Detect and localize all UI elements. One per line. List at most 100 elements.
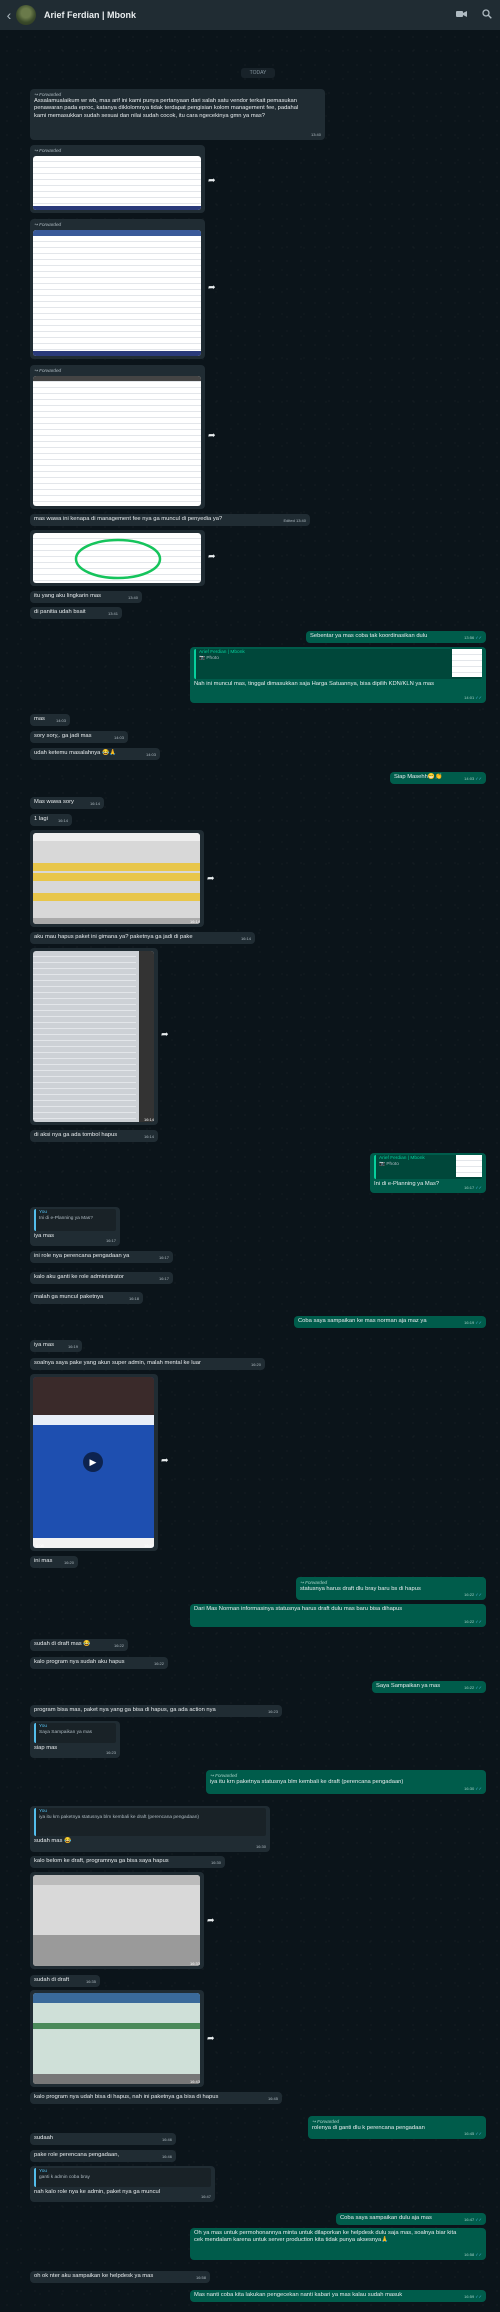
forward-share-icon[interactable]: ➦ [207, 1915, 215, 1926]
photo-image[interactable] [33, 833, 200, 924]
photo-image[interactable] [33, 951, 154, 1122]
forward-share-icon[interactable]: ➦ [208, 175, 216, 186]
message[interactable]: soalnya saya pake yang akun super admin,… [30, 1358, 265, 1370]
time-value: 16:22 [464, 1591, 475, 1597]
message[interactable]: oh ok nter aku sampaikan ke helpdesk ya … [30, 2271, 210, 2283]
screenshot-image[interactable] [33, 533, 201, 583]
screenshot-image[interactable] [33, 230, 201, 356]
message[interactable]: di aksi nya ga ada tombol hapus 16:14 [30, 1130, 158, 1142]
photo-image[interactable] [33, 1875, 200, 1966]
message-text: malah ga muncul paketnya [34, 1294, 104, 1300]
message-reply[interactable]: You Saya Sampaikan ya mas siap mas 16:23 [30, 1721, 120, 1758]
quoted-message[interactable]: You Ini di e-Planning ya Mas? [34, 1209, 116, 1231]
message-text: mas [34, 716, 45, 722]
message[interactable]: sudah di draft 16:35 [30, 1975, 100, 1987]
message[interactable]: mas wawa ini kenapa di management fee ny… [30, 514, 310, 526]
message-time: 16:22 ✓✓ [464, 1618, 482, 1625]
avatar[interactable] [16, 5, 36, 25]
forward-share-icon[interactable]: ➦ [208, 282, 216, 293]
message-forwarded-image[interactable]: ↪ Forwarded [30, 145, 205, 213]
message-time: 16:19 ✓✓ [464, 1319, 482, 1326]
message[interactable]: kalo aku ganti ke role administrator 16:… [30, 1272, 173, 1284]
message-image[interactable]: 16:43 [30, 1990, 204, 2087]
message-outgoing-forwarded[interactable]: ↪ Forwarded rolenya di ganti dlu k peren… [308, 2116, 486, 2139]
message[interactable]: 1 lagi 16:14 [30, 814, 72, 826]
forwarded-label: ↪ Forwarded [300, 1580, 328, 1585]
photo-image[interactable] [33, 1993, 200, 2084]
message-outgoing[interactable]: Saya Sampaikan ya mas 16:22 ✓✓ [372, 1681, 486, 1693]
message-reply[interactable]: You ganti k admin coba bray nah kalo rol… [30, 2166, 215, 2202]
message-outgoing[interactable]: Oh ya mas untuk permohonannya minta untu… [190, 2228, 486, 2260]
message-forwarded-image[interactable]: ↪ Forwarded [30, 365, 205, 509]
message-forwarded[interactable]: ↪ Forwarded Assalamualaikum wr wb, mas a… [30, 89, 325, 140]
search-icon[interactable] [474, 8, 500, 22]
message[interactable]: Mas wawa sory 16:14 [30, 797, 104, 809]
message[interactable]: program bisa mas, paket nya yang ga bisa… [30, 1705, 282, 1717]
message-time: 16:14 [240, 935, 251, 941]
quoted-message[interactable]: You ganti k admin coba bray [34, 2168, 211, 2187]
message-outgoing[interactable]: Sebentar ya mas coba tak koordinasikan d… [306, 631, 486, 643]
forward-share-icon[interactable]: ➦ [207, 873, 215, 884]
read-receipt-icon: ✓✓ [475, 1785, 482, 1791]
read-receipt-icon: ✓✓ [475, 694, 482, 700]
message-image[interactable] [30, 530, 205, 586]
video-thumbnail[interactable]: ▶ [33, 1377, 154, 1548]
forward-share-icon[interactable]: ➦ [208, 551, 216, 562]
message-outgoing[interactable]: Mas nanti coba kita lakukan pengecekan n… [190, 2290, 486, 2302]
message[interactable]: iya mas 16:19 [30, 1340, 82, 1352]
message-outgoing-reply[interactable]: Arief Ferdian | Mbonk 📷 Photo Nah ini mu… [190, 647, 486, 703]
message-time: 16:45 [267, 2095, 278, 2101]
message-outgoing-forwarded[interactable]: ↪ Forwarded statusnya harus draft dlu br… [296, 1577, 486, 1600]
quoted-message[interactable]: Arief Ferdian | Mbonk 📷 Photo [194, 649, 482, 679]
message[interactable]: ini mas 16:20 [30, 1556, 78, 1568]
message-text: Coba saya sampaikan dulu aja mas [340, 2215, 432, 2221]
forward-share-icon[interactable]: ➦ [161, 1455, 169, 1466]
screenshot-image[interactable] [33, 376, 201, 506]
message-video[interactable]: ▶ 0:08 16:20 [30, 1374, 158, 1551]
message-text: 1 lagi [34, 816, 48, 822]
message[interactable]: kalo belom ke draft, programnya ga bisa … [30, 1856, 225, 1868]
message[interactable]: kalo program nya udah bisa di hapus, nah… [30, 2092, 282, 2104]
message[interactable]: sudah di draft mas 😂 16:22 [30, 1639, 128, 1651]
message[interactable]: mas 14:03 [30, 714, 70, 726]
message-reply[interactable]: You Ini di e-Planning ya Mas? iya mas 16… [30, 1207, 120, 1246]
message[interactable]: itu yang aku lingkarin mas 13:40 [30, 591, 142, 603]
quoted-message[interactable]: Arief Ferdian | Mbonk 📷 Photo [374, 1155, 482, 1179]
forward-share-icon[interactable]: ➦ [161, 1029, 169, 1040]
message-outgoing-forwarded[interactable]: ↪ Forwarded iya itu krn paketnya statusn… [206, 1770, 486, 1794]
back-arrow-icon[interactable]: ‹ [2, 7, 16, 23]
play-icon[interactable]: ▶ [83, 1452, 103, 1472]
message-outgoing[interactable]: Siap Masehh😁👏 14:03 ✓✓ [390, 772, 486, 784]
message[interactable]: sory sory,. ga jadi mas 14:03 [30, 731, 128, 743]
message[interactable]: ini role nya perencana pengadaan ya 16:1… [30, 1251, 173, 1263]
message-text: Sebentar ya mas coba tak koordinasikan d… [310, 633, 428, 639]
forward-share-icon[interactable]: ➦ [208, 430, 216, 441]
chat-area[interactable]: TODAY ↪ Forwarded Assalamualaikum wr wb,… [0, 30, 500, 2312]
message-forwarded-image[interactable]: ↪ Forwarded [30, 219, 205, 359]
message-outgoing[interactable]: Coba saya sampaikan ke mas norman aja ma… [294, 1316, 486, 1328]
message-image[interactable]: 16:14 [30, 948, 158, 1125]
quoted-message[interactable]: You Saya Sampaikan ya mas [34, 1723, 116, 1743]
screenshot-image[interactable] [33, 156, 201, 210]
message-reply[interactable]: You iya itu krn paketnya statusnya blm k… [30, 1806, 270, 1852]
message[interactable]: aku mau hapus paket ini gimana ya? paket… [30, 932, 255, 944]
message[interactable]: udah ketemu masalahnya 😂🙏 14:03 [30, 748, 160, 760]
message-image[interactable]: 16:33 [30, 1872, 204, 1969]
message-image[interactable]: 16:14 [30, 830, 204, 927]
message[interactable]: pake role perencana pengadaan, 16:46 [30, 2150, 176, 2162]
forward-share-icon[interactable]: ➦ [207, 2033, 215, 2044]
message[interactable]: di panitia udah bsait 13:41 [30, 607, 122, 619]
quoted-message[interactable]: You iya itu krn paketnya statusnya blm k… [34, 1808, 266, 1836]
message[interactable]: kalo program nya sudah aku hapus 16:22 [30, 1657, 168, 1669]
message[interactable]: sudaah 16:46 [30, 2133, 176, 2145]
message-text: Siap Masehh😁👏 [394, 774, 443, 780]
message-outgoing-reply[interactable]: Arief Ferdian | Mbonk 📷 Photo Ini di e-P… [370, 1153, 486, 1193]
read-receipt-icon: ✓✓ [475, 2251, 482, 2257]
message-text: nah kalo role nya ke admin, paket nya ga… [34, 2189, 160, 2195]
message-outgoing[interactable]: Dari Mas Norman informasinya statusnya h… [190, 1604, 486, 1627]
message-outgoing[interactable]: Coba saya sampaikan dulu aja mas 16:47 ✓… [336, 2213, 486, 2225]
message-text: Ini di e-Planning ya Mas? [374, 1181, 440, 1187]
message[interactable]: malah ga muncul paketnya 16:18 [30, 1292, 143, 1304]
contact-name[interactable]: Arief Ferdian | Mbonk [44, 10, 448, 20]
video-call-icon[interactable] [448, 10, 474, 21]
